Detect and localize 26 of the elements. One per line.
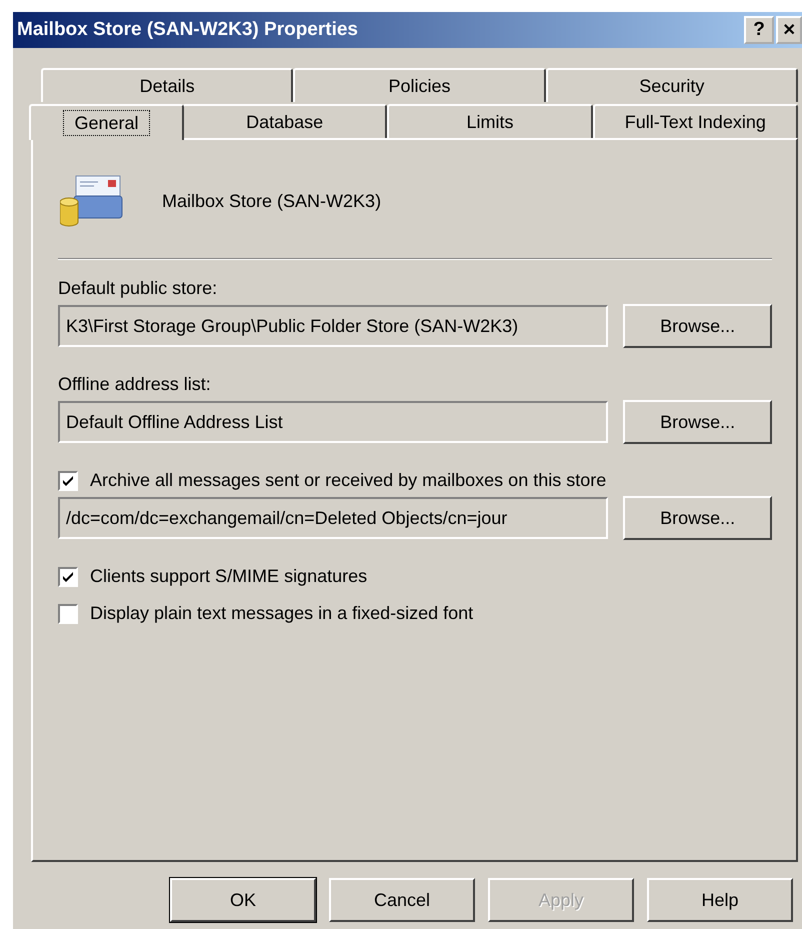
browse-button[interactable]: Browse... bbox=[623, 304, 772, 348]
tab[interactable]: Details bbox=[41, 68, 294, 102]
checkbox[interactable] bbox=[58, 604, 78, 624]
dialog-button[interactable]: Cancel bbox=[329, 878, 475, 922]
close-button[interactable]: ✕ bbox=[776, 16, 802, 44]
checkbox-label[interactable]: Display plain text messages in a fixed-sized font bbox=[90, 603, 474, 624]
input-field[interactable]: K3\First Storage Group\Public Folder Store (SAN-W2K3) bbox=[58, 305, 608, 347]
field-label: Default public store: bbox=[58, 278, 218, 299]
tab[interactable]: Full-Text Indexing bbox=[592, 104, 798, 138]
tab[interactable]: General bbox=[29, 104, 184, 140]
store-name: Mailbox Store (SAN-W2K3) bbox=[162, 190, 382, 212]
checkbox-label[interactable]: Clients support S/MIME signatures bbox=[90, 566, 368, 587]
help-button[interactable]: ? bbox=[744, 16, 774, 44]
tab[interactable]: Security bbox=[546, 68, 798, 102]
tab[interactable]: Policies bbox=[293, 68, 546, 102]
checkbox-label[interactable]: Archive all messages sent or received by mailboxes on this store bbox=[90, 470, 606, 491]
input-field[interactable]: /dc=com/dc=exchangemail/cn=Deleted Objects/cn=jour bbox=[58, 497, 608, 539]
tab[interactable]: Database bbox=[182, 104, 388, 138]
browse-button[interactable]: Browse... bbox=[623, 400, 772, 444]
input-field[interactable]: Default Offline Address List bbox=[58, 401, 608, 443]
window-title: Mailbox Store (SAN-W2K3) Properties bbox=[17, 19, 359, 41]
tab[interactable]: Limits bbox=[387, 104, 593, 138]
field-label: Offline address list: bbox=[58, 374, 211, 395]
dialog-button[interactable]: OK bbox=[170, 878, 316, 922]
browse-button[interactable]: Browse... bbox=[623, 496, 772, 540]
dialog-button[interactable]: Help bbox=[647, 878, 793, 922]
